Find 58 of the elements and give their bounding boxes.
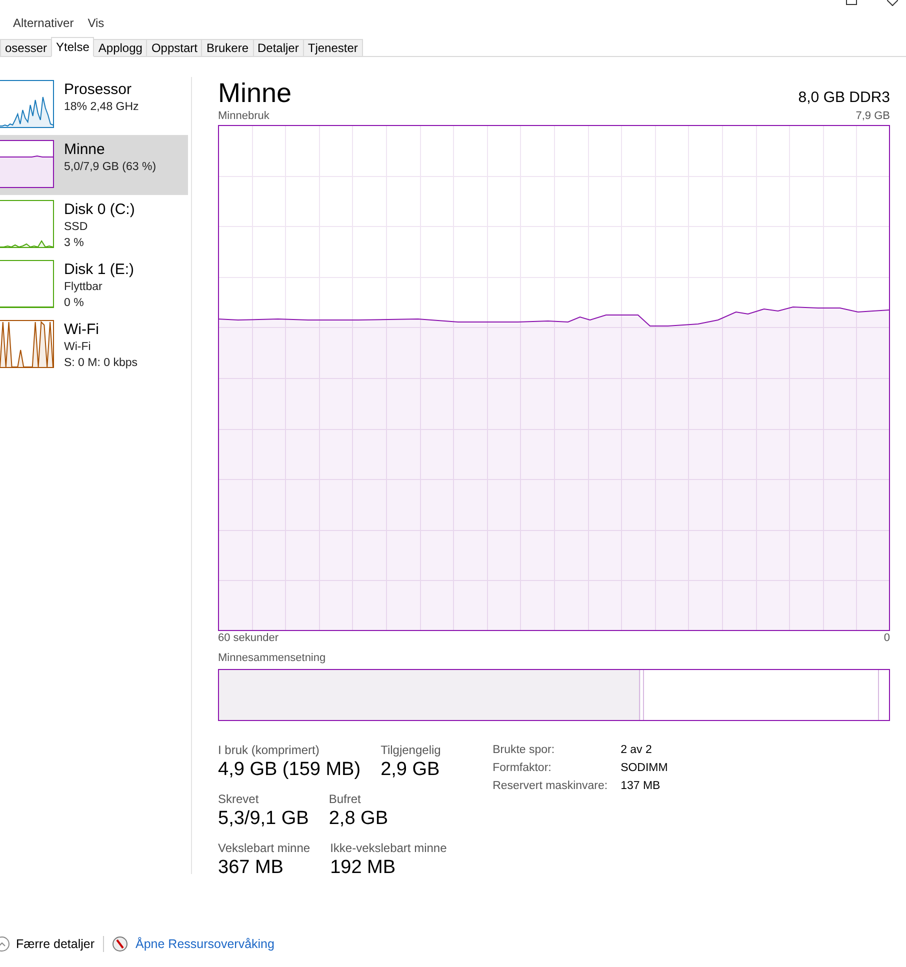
device-name: Wi-Fi [64,321,100,339]
stat-value: 5,3/9,1 GB [218,807,309,831]
stat-label: Ikke-vekslebart minne [330,841,447,855]
close-icon[interactable] [887,0,898,6]
sidebar-item[interactable]: Disk 0 (C:) SSD 3 % [0,195,188,255]
device-detail: Flyttbar [64,280,104,295]
composition-label: Minnesammensetning [218,651,326,665]
menu-item[interactable]: Alternativer [6,16,81,30]
tab[interactable]: Oppstart [146,39,202,56]
device-detail: SSD [64,220,89,235]
sidebar-item[interactable]: Minne 5,0/7,9 GB (63 %) [0,135,188,195]
detail-label: Brukte spor: [492,743,556,757]
detail-label: Formfaktor: [492,761,552,775]
tab[interactable]: Brukere [201,39,254,56]
detail-value: 137 MB [620,779,662,793]
memory-spec: 8,0 GB DDR3 [798,89,890,106]
graph-label: Minnebruk [218,109,270,123]
tab[interactable]: Tjenester [302,39,363,56]
sidebar-item[interactable]: Prosessor 18% 2,48 GHz [0,75,188,135]
stat-label: I bruk (komprimert) [218,743,320,757]
stat-value: 2,8 GB [328,807,389,831]
device-name: Minne [64,141,106,159]
collapse-icon [0,936,10,952]
tab[interactable]: Detaljer [252,39,304,56]
device-name: Disk 1 (E:) [64,261,134,279]
sidebar-item[interactable]: Disk 1 (E:) Flyttbar 0 % [0,255,188,315]
menu-item[interactable]: Vis [80,16,112,30]
detail-label: Reservert maskinvare: [492,779,609,793]
device-name: Prosessor [64,81,133,99]
stat-label: Tilgjengelig [380,743,442,757]
stat-value: 192 MB [330,856,397,880]
detail-value: SODIMM [620,761,668,775]
device-detail: 18% 2,48 GHz [64,100,139,115]
sidebar-item[interactable]: Wi-Fi Wi-Fi S: 0 M: 0 kbps [0,315,188,375]
maximize-icon[interactable] [846,0,857,5]
stat-label: Skrevet [218,792,260,806]
resource-monitor-link[interactable]: Åpne Ressursovervåking [136,937,274,951]
device-detail: 3 % [64,236,85,251]
stat-label: Vekslebart minne [218,841,310,855]
device-detail: Wi-Fi [64,340,92,355]
stat-label: Bufret [328,792,362,806]
stat-value: 2,9 GB [380,758,441,782]
device-detail: 5,0/7,9 GB (63 %) [64,160,156,175]
fewer-details-button[interactable]: Færre detaljer [0,936,94,952]
gauge-icon [112,936,128,952]
tab[interactable]: Applogg [93,39,148,56]
axis-label: 0 [884,631,890,645]
device-detail: 0 % [64,296,85,311]
tab[interactable]: osesser [0,39,52,56]
stat-value: 4,9 GB (159 MB) [218,758,361,782]
graph-max: 7,9 GB [856,109,890,123]
device-name: Disk 0 (C:) [64,201,135,219]
page-title: Minne [218,77,292,109]
stat-value: 367 MB [218,856,284,880]
detail-value: 2 av 2 [620,743,653,757]
axis-label: 60 sekunder [218,631,279,645]
device-detail: S: 0 M: 0 kbps [64,356,138,371]
tab[interactable]: Ytelse [51,37,94,57]
